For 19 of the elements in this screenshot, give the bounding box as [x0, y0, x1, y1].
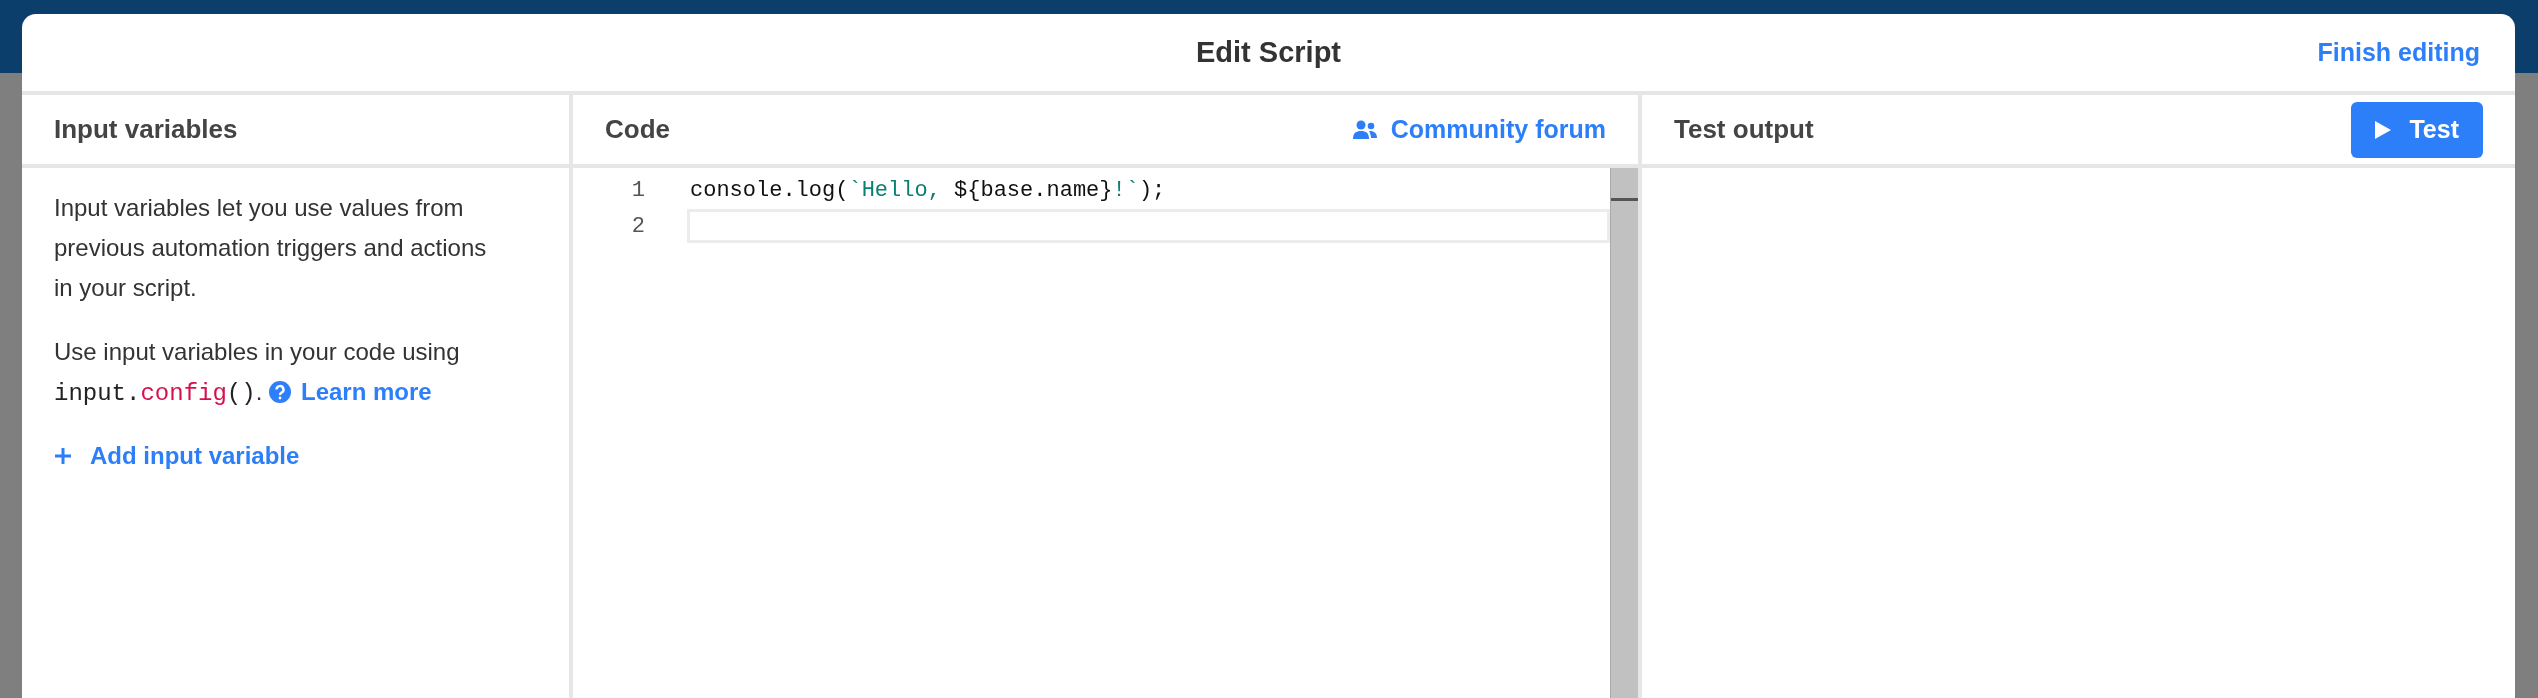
finish-editing-link[interactable]: Finish editing	[2317, 33, 2480, 72]
play-icon	[2375, 120, 2392, 139]
users-icon	[1352, 119, 1377, 140]
dialog-title: Edit Script	[1196, 34, 1341, 70]
test-button[interactable]: Test	[2351, 101, 2483, 158]
description-text: Input variables let you use values from previous automation triggers and actions in your script.	[54, 193, 488, 303]
help-icon[interactable]	[269, 381, 291, 403]
panel-title: Input variables	[54, 113, 238, 146]
panel-title: Code	[605, 113, 670, 146]
learn-more-link[interactable]: Learn more	[301, 378, 432, 405]
usage-text: Use input variables in your code using input.config(). Learn more	[54, 337, 461, 409]
community-forum-link[interactable]: Community forum	[1352, 110, 1606, 149]
plus-icon	[54, 447, 72, 465]
code-line: console.log(`Hello, ${base.name}!`);	[690, 176, 1166, 205]
line-number: 1	[630, 176, 645, 205]
panel-title: Test output	[1674, 113, 1814, 146]
code-editor[interactable]: 1 console.log(`Hello, ${base.name}!`); 2	[573, 168, 1610, 698]
add-input-variable-button[interactable]: Add input variable	[54, 436, 300, 476]
line-number: 2	[630, 212, 645, 241]
